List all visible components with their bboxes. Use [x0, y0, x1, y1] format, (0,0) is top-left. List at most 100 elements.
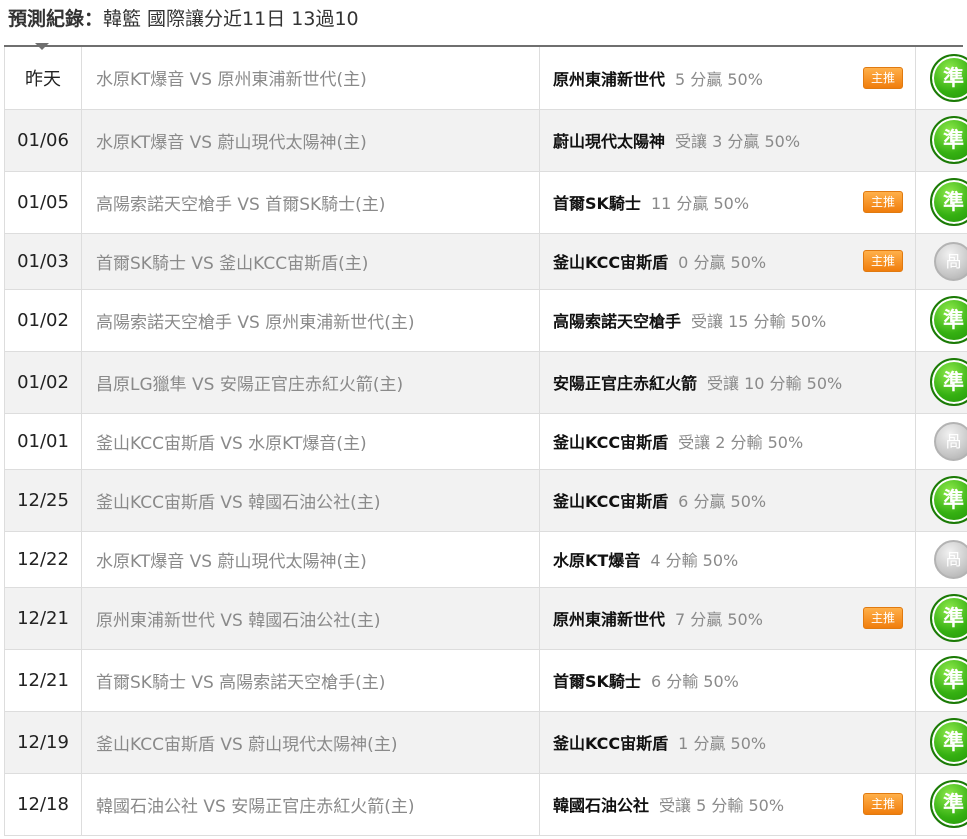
page-title: 預測紀錄：韓籃 國際讓分近11日 13過10	[8, 0, 359, 38]
record-date: 12/21	[4, 587, 82, 650]
record-pick: 釜山KCC宙斯盾 6 分贏 50%	[539, 469, 916, 532]
correct-result-icon: 準	[929, 358, 967, 406]
correct-result-icon: 準	[929, 718, 967, 766]
record-date: 01/06	[4, 109, 82, 172]
pick-team: 原州東浦新世代	[553, 69, 666, 89]
pick-detail: 受讓 10 分輸 50%	[707, 374, 843, 393]
record-pick: 首爾SK騎士 11 分贏 50% 主推	[539, 171, 916, 234]
correct-result-icon: 準	[929, 594, 967, 642]
record-result: 準	[915, 289, 967, 352]
record-result: 準	[915, 587, 967, 650]
page-title-label: 預測紀錄：	[8, 8, 104, 30]
record-result: 準	[915, 773, 967, 836]
record-result: 咼	[915, 531, 967, 588]
push-result-icon: 咼	[934, 241, 967, 281]
pick-detail: 受讓 3 分贏 50%	[675, 132, 801, 151]
record-result: 準	[915, 711, 967, 774]
record-date: 12/19	[4, 711, 82, 774]
record-date: 01/05	[4, 171, 82, 234]
pick-detail: 11 分贏 50%	[650, 194, 750, 213]
record-row: 01/03 首爾SK騎士 VS 釜山KCC宙斯盾(主) 釜山KCC宙斯盾 0 分贏…	[4, 233, 967, 290]
record-pick: 韓國石油公社 受讓 5 分輸 50% 主推	[539, 773, 916, 836]
main-pick-badge: 主推	[863, 793, 903, 815]
prediction-records-table: 昨天 水原KT爆音 VS 原州東浦新世代(主) 原州東浦新世代 5 分贏 50% 主…	[4, 47, 967, 836]
record-result: 咼	[915, 233, 967, 290]
push-result-icon: 咼	[934, 421, 967, 461]
record-match[interactable]: 釜山KCC宙斯盾 VS 韓國石油公社(主)	[81, 469, 540, 532]
pick-team: 蔚山現代太陽神	[553, 132, 666, 151]
record-pick: 首爾SK騎士 6 分輸 50%	[539, 649, 916, 712]
record-pick: 原州東浦新世代 5 分贏 50% 主推	[539, 47, 916, 110]
record-date: 01/02	[4, 289, 82, 352]
record-result: 準	[915, 469, 967, 532]
main-pick-badge: 主推	[863, 191, 903, 213]
main-pick-badge: 主推	[863, 250, 903, 272]
record-date: 01/02	[4, 351, 82, 414]
pick-team: 釜山KCC宙斯盾	[553, 253, 669, 272]
record-result: 準	[915, 47, 967, 110]
record-row: 01/02 昌原LG獵隼 VS 安陽正官庄赤紅火箭(主) 安陽正官庄赤紅火箭 受讓…	[4, 351, 967, 414]
correct-result-icon: 準	[929, 53, 967, 102]
record-match[interactable]: 韓國石油公社 VS 安陽正官庄赤紅火箭(主)	[81, 773, 540, 836]
record-result: 準	[915, 171, 967, 234]
pick-team: 韓國石油公社	[553, 796, 650, 815]
record-match[interactable]: 高陽索諾天空槍手 VS 首爾SK騎士(主)	[81, 171, 540, 234]
pick-detail: 6 分輸 50%	[650, 672, 739, 691]
record-date: 12/21	[4, 649, 82, 712]
record-result: 咼	[915, 413, 967, 470]
record-row: 01/06 水原KT爆音 VS 蔚山現代太陽神(主) 蔚山現代太陽神 受讓 3 分…	[4, 109, 967, 172]
record-pick: 水原KT爆音 4 分輸 50%	[539, 531, 916, 588]
record-result: 準	[915, 351, 967, 414]
record-pick: 安陽正官庄赤紅火箭 受讓 10 分輸 50%	[539, 351, 916, 414]
pick-detail: 0 分贏 50%	[678, 253, 767, 272]
record-date: 01/03	[4, 233, 82, 290]
record-match[interactable]: 水原KT爆音 VS 蔚山現代太陽神(主)	[81, 109, 540, 172]
record-match[interactable]: 水原KT爆音 VS 原州東浦新世代(主)	[81, 47, 540, 110]
record-date: 昨天	[4, 47, 82, 110]
record-result: 準	[915, 109, 967, 172]
record-pick: 釜山KCC宙斯盾 受讓 2 分輸 50%	[539, 413, 916, 470]
record-row: 昨天 水原KT爆音 VS 原州東浦新世代(主) 原州東浦新世代 5 分贏 50% 主…	[4, 47, 967, 110]
correct-result-icon: 準	[929, 656, 967, 704]
pick-detail: 6 分贏 50%	[678, 492, 767, 511]
pick-team: 釜山KCC宙斯盾	[553, 734, 669, 753]
pick-detail: 1 分贏 50%	[678, 734, 767, 753]
push-result-icon: 咼	[934, 539, 967, 579]
pick-team: 釜山KCC宙斯盾	[553, 492, 669, 511]
record-row: 12/21 首爾SK騎士 VS 高陽索諾天空槍手(主) 首爾SK騎士 6 分輸 5…	[4, 649, 967, 712]
correct-result-icon: 準	[929, 780, 967, 828]
record-row: 01/01 釜山KCC宙斯盾 VS 水原KT爆音(主) 釜山KCC宙斯盾 受讓 2…	[4, 413, 967, 470]
record-row: 01/05 高陽索諾天空槍手 VS 首爾SK騎士(主) 首爾SK騎士 11 分贏 …	[4, 171, 967, 234]
record-date: 01/01	[4, 413, 82, 470]
pick-team: 水原KT爆音	[553, 551, 641, 570]
main-pick-badge: 主推	[863, 607, 903, 629]
pick-detail: 受讓 15 分輸 50%	[691, 312, 827, 331]
pick-team: 首爾SK騎士	[553, 194, 641, 213]
record-match[interactable]: 首爾SK騎士 VS 高陽索諾天空槍手(主)	[81, 649, 540, 712]
record-row: 12/21 原州東浦新世代 VS 韓國石油公社(主) 原州東浦新世代 7 分贏 5…	[4, 587, 967, 650]
record-row: 12/25 釜山KCC宙斯盾 VS 韓國石油公社(主) 釜山KCC宙斯盾 6 分贏…	[4, 469, 967, 532]
record-match[interactable]: 原州東浦新世代 VS 韓國石油公社(主)	[81, 587, 540, 650]
record-date: 12/18	[4, 773, 82, 836]
record-match[interactable]: 水原KT爆音 VS 蔚山現代太陽神(主)	[81, 531, 540, 588]
pick-team: 安陽正官庄赤紅火箭	[553, 374, 698, 393]
record-result: 準	[915, 649, 967, 712]
record-match[interactable]: 釜山KCC宙斯盾 VS 水原KT爆音(主)	[81, 413, 540, 470]
correct-result-icon: 準	[929, 296, 967, 344]
record-pick: 釜山KCC宙斯盾 0 分贏 50% 主推	[539, 233, 916, 290]
record-date: 12/25	[4, 469, 82, 532]
pick-team: 高陽索諾天空槍手	[553, 312, 682, 331]
record-row: 12/22 水原KT爆音 VS 蔚山現代太陽神(主) 水原KT爆音 4 分輸 50…	[4, 531, 967, 588]
record-pick: 釜山KCC宙斯盾 1 分贏 50%	[539, 711, 916, 774]
pick-team: 首爾SK騎士	[553, 672, 641, 691]
record-match[interactable]: 首爾SK騎士 VS 釜山KCC宙斯盾(主)	[81, 233, 540, 290]
record-match[interactable]: 釜山KCC宙斯盾 VS 蔚山現代太陽神(主)	[81, 711, 540, 774]
pick-detail: 受讓 5 分輸 50%	[659, 796, 785, 815]
pick-detail: 4 分輸 50%	[650, 551, 739, 570]
record-pick: 高陽索諾天空槍手 受讓 15 分輸 50%	[539, 289, 916, 352]
pick-detail: 5 分贏 50%	[675, 69, 763, 89]
record-match[interactable]: 高陽索諾天空槍手 VS 原州東浦新世代(主)	[81, 289, 540, 352]
main-pick-badge: 主推	[863, 66, 903, 89]
record-match[interactable]: 昌原LG獵隼 VS 安陽正官庄赤紅火箭(主)	[81, 351, 540, 414]
pick-team: 釜山KCC宙斯盾	[553, 433, 669, 452]
